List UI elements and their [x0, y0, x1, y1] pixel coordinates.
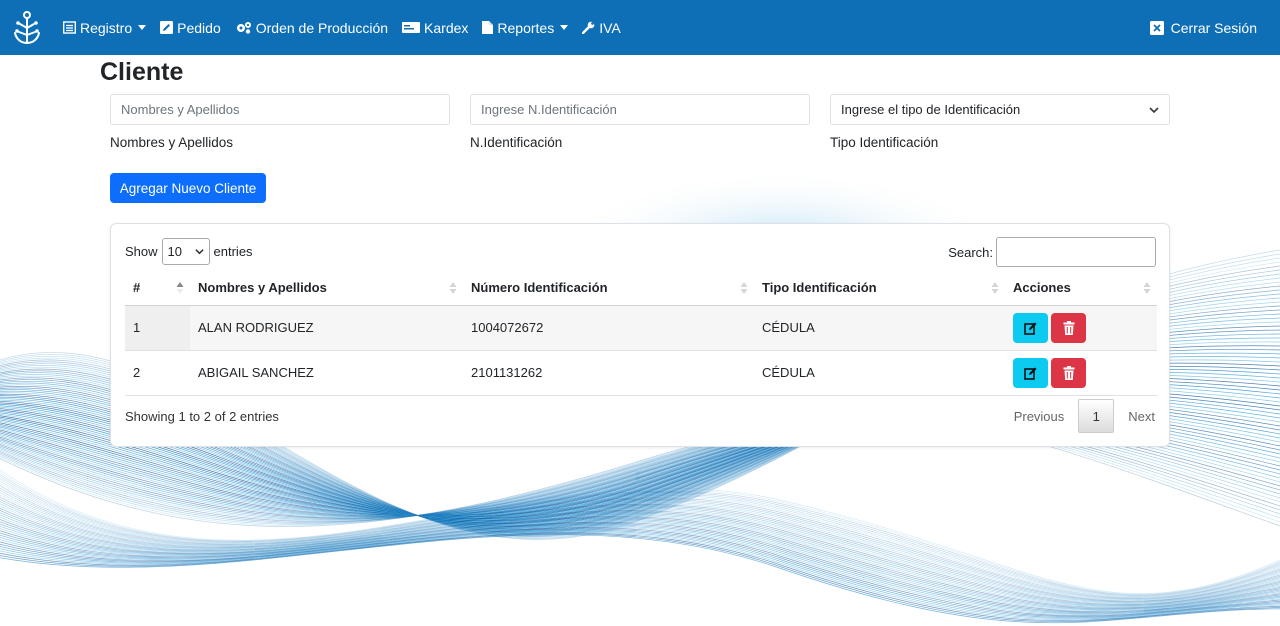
nav-orden-produccion[interactable]: Orden de Producción	[235, 20, 388, 36]
delete-button[interactable]	[1051, 312, 1086, 343]
trash-icon	[1063, 320, 1074, 335]
name-input[interactable]	[110, 94, 450, 125]
trash-icon	[1063, 365, 1074, 380]
close-square-icon	[1149, 20, 1164, 35]
nav-registro[interactable]: Registro	[63, 19, 147, 36]
column-header-type[interactable]: Tipo Identificación	[754, 270, 1005, 306]
clients-table: # Nombres y Apellidos Número Identificac…	[125, 270, 1157, 396]
sort-icon	[1143, 282, 1151, 294]
identification-label: N.Identificación	[470, 135, 563, 150]
sort-asc-icon	[176, 282, 184, 294]
search-label: Search:	[948, 244, 993, 260]
previous-page-button[interactable]: Previous	[1014, 409, 1065, 424]
chevron-down-icon	[194, 249, 204, 255]
wave-line	[0, 521, 1280, 613]
sort-icon	[740, 282, 748, 294]
identification-type-value: Ingrese el tipo de Identificación	[841, 102, 1021, 117]
id-card-icon	[402, 22, 421, 33]
cell-actions	[1005, 350, 1157, 396]
column-header-actions[interactable]: Acciones	[1005, 270, 1157, 306]
edit-icon	[1023, 322, 1036, 335]
edit-icon	[1023, 367, 1036, 380]
cell-actions	[1005, 305, 1157, 351]
edit-button[interactable]	[1013, 312, 1048, 343]
nav-iva[interactable]: IVA	[582, 20, 621, 36]
table-header-row: # Nombres y Apellidos Número Identificac…	[125, 270, 1157, 306]
delete-button[interactable]	[1051, 357, 1086, 388]
nav-kardex-label: Kardex	[424, 19, 469, 36]
logout-label: Cerrar Sesión	[1170, 19, 1257, 36]
column-header-name[interactable]: Nombres y Apellidos	[190, 270, 463, 306]
next-page-button[interactable]: Next	[1128, 409, 1155, 424]
nav-reportes-label: Reportes	[497, 19, 555, 36]
brand-logo-icon[interactable]	[10, 10, 44, 46]
top-navbar: Registro Pedido Orden de Producción Kard…	[0, 0, 1280, 55]
list-alt-icon	[63, 21, 76, 34]
cell-type: CÉDULA	[754, 350, 1005, 396]
cell-num: 1	[125, 305, 190, 351]
sort-icon	[449, 282, 457, 294]
name-label: Nombres y Apellidos	[110, 135, 234, 150]
nav-pedido-label: Pedido	[177, 19, 221, 36]
chevron-down-icon	[1149, 106, 1159, 113]
entries-select[interactable]: 10	[161, 238, 210, 265]
identification-input[interactable]	[470, 94, 810, 125]
chevron-down-icon	[560, 25, 569, 30]
cell-name: ALAN RODRIGUEZ	[190, 305, 463, 351]
chevron-down-icon	[138, 25, 147, 30]
entries-select-value: 10	[167, 244, 182, 259]
show-label: Show	[125, 244, 158, 259]
search-input[interactable]	[996, 237, 1156, 267]
nav-pedido[interactable]: Pedido	[160, 20, 221, 36]
cell-identification: 2101131262	[463, 350, 754, 396]
column-header-num[interactable]: #	[125, 270, 190, 306]
pagination: Previous 1 Next	[1014, 399, 1155, 433]
edit-square-icon	[160, 21, 174, 34]
add-client-button[interactable]: Agregar Nuevo Cliente	[110, 173, 266, 203]
wrench-icon	[582, 21, 595, 34]
column-header-id[interactable]: Número Identificación	[463, 270, 754, 306]
table-search: Search:	[948, 237, 1156, 267]
identification-type-label: Tipo Identificación	[830, 135, 939, 150]
logout-button[interactable]: Cerrar Sesión	[1149, 0, 1257, 55]
table-row: 2 ABIGAIL SANCHEZ 2101131262 CÉDULA	[125, 350, 1157, 396]
id-field-group: N.Identificación	[470, 94, 810, 150]
nav-iva-label: IVA	[599, 19, 621, 36]
entries-label: entries	[213, 244, 253, 259]
name-field-group: Nombres y Apellidos	[110, 94, 450, 150]
edit-button[interactable]	[1013, 357, 1048, 388]
clients-table-card: Show 10 entries Search: # Nombres y Apel…	[110, 223, 1170, 447]
type-field-group: Ingrese el tipo de Identificación Tipo I…	[830, 94, 1170, 150]
cell-num: 2	[125, 350, 190, 396]
sort-icon	[991, 282, 999, 294]
cell-name: ABIGAIL SANCHEZ	[190, 350, 463, 396]
page-title: Cliente	[100, 58, 184, 86]
nav-reportes[interactable]: Reportes	[482, 19, 569, 36]
entries-length-control: Show 10 entries	[125, 238, 253, 265]
identification-type-select[interactable]: Ingrese el tipo de Identificación	[830, 94, 1170, 125]
file-icon	[482, 21, 494, 34]
cogs-icon	[236, 22, 251, 34]
page-1-button[interactable]: 1	[1078, 399, 1115, 433]
cell-identification: 1004072672	[463, 305, 754, 351]
table-info: Showing 1 to 2 of 2 entries	[125, 409, 279, 424]
cell-type: CÉDULA	[754, 305, 1005, 351]
nav-registro-label: Registro	[80, 19, 133, 36]
nav-orden-label: Orden de Producción	[255, 19, 389, 36]
nav-kardex[interactable]: Kardex	[402, 20, 468, 36]
table-row: 1 ALAN RODRIGUEZ 1004072672 CÉDULA	[125, 305, 1157, 351]
